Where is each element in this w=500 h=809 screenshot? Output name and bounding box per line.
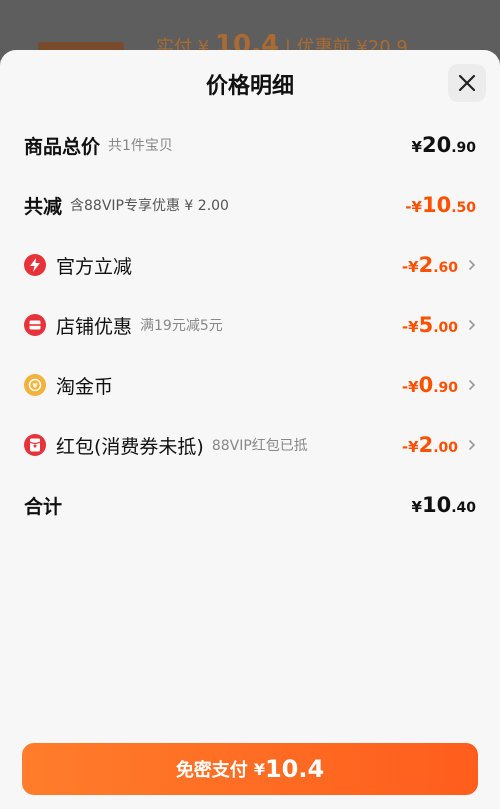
price-detail-sheet: 价格明细 商品总价 共1件宝贝 ¥ 20 .90 共减 含88VIP专享优惠 ¥… [0, 50, 500, 809]
row-total-discount: 共减 含88VIP专享优惠 ¥ 2.00 -¥ 10 .50 [24, 185, 476, 225]
row-label: 官方立减 [56, 255, 133, 278]
row-note: 含88VIP专享优惠 ¥ 2.00 [70, 198, 229, 214]
chevron-right-icon [460, 259, 476, 271]
row-amount: -¥ 5 .00 [402, 313, 476, 337]
row-official-discount[interactable]: 官方立减 -¥ 2 .60 [24, 245, 476, 285]
pay-button-label: 免密支付 [175, 760, 248, 781]
row-amount: -¥ 2 .60 [402, 253, 476, 277]
chevron-right-icon [460, 439, 476, 451]
pay-button-symbol: ¥ [253, 759, 265, 779]
row-note: 88VIP红包已抵 [211, 438, 308, 454]
lightning-icon [24, 254, 46, 276]
sheet-title: 价格明细 [205, 74, 294, 99]
row-label: 店铺优惠 [56, 315, 133, 338]
row-label: 合计 [24, 495, 63, 518]
row-note: 共1件宝贝 [108, 138, 173, 154]
gold-coin-icon [24, 374, 46, 396]
close-button[interactable] [448, 64, 486, 102]
coupon-icon [24, 314, 46, 336]
row-grand-total: 合计 ¥ 10 .40 [24, 485, 476, 525]
row-label: 共减 [24, 195, 63, 218]
row-red-packet[interactable]: 红包(消费券未抵) 88VIP红包已抵 -¥ 2 .00 [24, 425, 476, 465]
row-goods-total: 商品总价 共1件宝贝 ¥ 20 .90 [24, 125, 476, 165]
row-amount: -¥ 0 .90 [402, 373, 476, 397]
row-store-discount[interactable]: 店铺优惠 满19元减5元 -¥ 5 .00 [24, 305, 476, 345]
row-taojinbi[interactable]: 淘金币 -¥ 0 .90 [24, 365, 476, 405]
chevron-right-icon [460, 379, 476, 391]
red-packet-icon [24, 434, 46, 456]
row-label: 红包(消费券未抵) [56, 435, 204, 458]
row-label: 淘金币 [56, 375, 114, 398]
pay-button-amount: 10.4 [264, 755, 325, 783]
chevron-right-icon [460, 319, 476, 331]
row-amount: -¥ 10 .50 [405, 193, 476, 217]
row-amount: ¥ 20 .90 [411, 133, 476, 157]
pay-button[interactable]: 免密支付 ¥ 10.4 [22, 743, 478, 795]
row-label: 商品总价 [24, 135, 101, 158]
close-icon [458, 74, 476, 92]
row-amount: -¥ 2 .00 [402, 433, 476, 457]
row-amount: ¥ 10 .40 [411, 493, 476, 517]
row-note: 满19元减5元 [140, 318, 223, 334]
